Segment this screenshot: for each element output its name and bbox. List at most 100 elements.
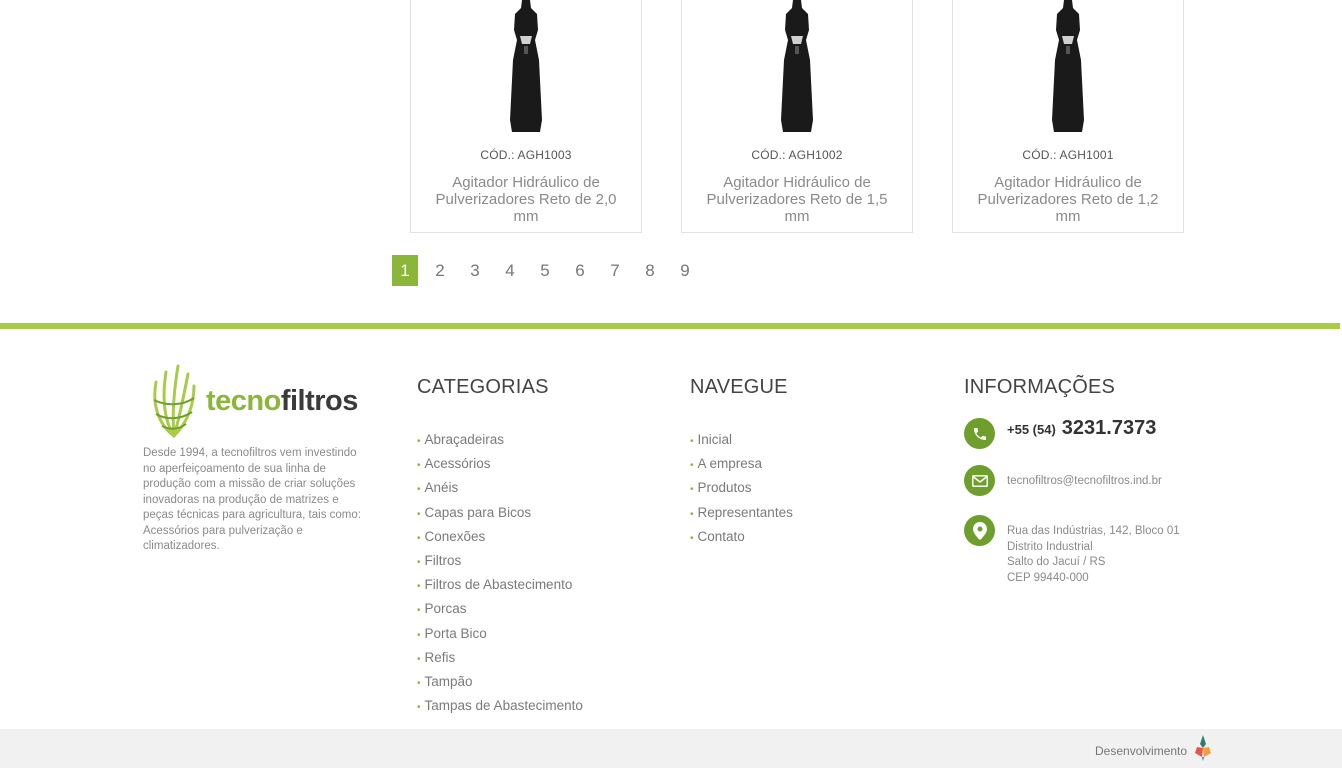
product-title[interactable]: Agitador Hidráulico de Pulverizadores Re… [696, 174, 898, 225]
nav-link[interactable]: • Inicial [690, 429, 793, 453]
mail-icon [964, 465, 995, 496]
nav-link[interactable]: • Contato [690, 526, 793, 550]
bullet-icon: • [690, 436, 694, 447]
page-6-link[interactable]: 6 [567, 255, 593, 286]
page-1-link[interactable]: 1 [392, 255, 418, 286]
bullet-icon: • [417, 557, 421, 569]
phone-number[interactable]: +55 (54) 3231.7373 [1007, 417, 1156, 440]
logo-text: tecnofiltros [206, 385, 358, 418]
product-code: CÓD.: AGH1003 [480, 148, 572, 162]
product-code: CÓD.: AGH1001 [1022, 148, 1114, 162]
page: CÓD.: AGH1003 Agitador Hidráulico de Pul… [0, 0, 1342, 768]
phone-row [964, 418, 995, 449]
location-pin-icon [964, 515, 995, 546]
bullet-icon: • [417, 532, 421, 544]
category-link[interactable]: • Anéis [417, 477, 583, 501]
category-link[interactable]: • Abraçadeiras [417, 429, 583, 453]
logo-text-filtros: filtros [280, 384, 359, 417]
bullet-icon: • [417, 436, 421, 447]
category-link-label: Anéis [424, 480, 459, 496]
bullet-icon: • [417, 605, 421, 617]
bullet-icon: • [690, 484, 694, 496]
navigate-list: • Inicial • A empresa • Produtos • Represent… [690, 429, 793, 550]
phone-prefix: +55 (54) [1007, 422, 1056, 437]
page-5-link[interactable]: 5 [532, 255, 558, 286]
category-link-label: Capas para Bicos [424, 504, 532, 520]
email-link[interactable]: tecnofiltros@tecnofiltros.ind.br [1007, 475, 1162, 487]
category-link[interactable]: • Filtros [417, 550, 583, 574]
nav-link[interactable]: • A empresa [690, 453, 793, 477]
categories-title: CATEGORIAS [417, 376, 549, 398]
category-link[interactable]: • Tampas de Abastecimento [417, 695, 583, 719]
page-4-link[interactable]: 4 [497, 255, 523, 286]
address-row [964, 515, 995, 546]
category-link[interactable]: • Porcas [417, 598, 583, 622]
category-link-label: Abraçadeiras [424, 432, 505, 447]
product-card[interactable]: CÓD.: AGH1002 Agitador Hidráulico de Pul… [681, 0, 913, 233]
product-image[interactable] [767, 0, 827, 135]
product-title[interactable]: Agitador Hidráulico de Pulverizadores Re… [425, 174, 627, 225]
address-line: Salto do Jacuí / RS [1007, 556, 1106, 568]
category-link-label: Porta Bico [424, 625, 487, 641]
nav-link-label: Produtos [697, 480, 752, 496]
leaf-logo-icon [153, 364, 196, 438]
page-8-link[interactable]: 8 [637, 255, 663, 286]
category-link-label: Acessórios [424, 456, 491, 472]
category-link-label: Tampão [424, 674, 473, 690]
category-link-label: Conexões [424, 528, 486, 544]
nav-link-label: Representantes [697, 504, 793, 520]
nav-link[interactable]: • Produtos [690, 477, 793, 501]
categories-list: • Abraçadeiras • Acessórios • Anéis • Capas … [417, 429, 583, 719]
category-link-label: Tampas de Abastecimento [424, 698, 583, 714]
nav-link-label: Inicial [697, 432, 733, 447]
address-line: Rua das Indústrias, 142, Bloco 01 [1007, 525, 1180, 537]
product-code: CÓD.: AGH1002 [751, 148, 843, 162]
nav-link-label: A empresa [697, 456, 763, 472]
product-title[interactable]: Agitador Hidráulico de Pulverizadores Re… [967, 174, 1169, 225]
bullet-icon: • [690, 532, 694, 544]
bullet-icon: • [417, 460, 421, 472]
product-card[interactable]: CÓD.: AGH1001 Agitador Hidráulico de Pul… [952, 0, 1184, 233]
bullet-icon: • [417, 702, 421, 714]
info-title: INFORMAÇÕES [964, 376, 1116, 398]
bullet-icon: • [417, 629, 421, 641]
category-link[interactable]: • Filtros de Abastecimento [417, 574, 583, 598]
phone-digits: 3231.7373 [1061, 417, 1157, 439]
developer-label: Desenvolvimento [1095, 744, 1188, 758]
nav-link[interactable]: • Representantes [690, 502, 793, 526]
about-text: Desde 1994, a tecnofiltros vem investind… [143, 447, 361, 552]
logo-text-tecno: tecno [206, 384, 281, 417]
address-line: CEP 99440-000 [1007, 571, 1089, 584]
bullet-icon: • [417, 508, 421, 520]
product-image[interactable] [496, 0, 556, 135]
bullet-icon: • [417, 653, 421, 665]
footer-logo[interactable]: tecnofiltros [148, 363, 363, 439]
product-image[interactable] [1038, 0, 1098, 135]
phone-icon [964, 418, 995, 449]
category-link-label: Porcas [424, 601, 467, 617]
product-grid: CÓD.: AGH1003 Agitador Hidráulico de Pul… [410, 0, 1184, 233]
category-link-label: Filtros [424, 553, 462, 569]
page-2-link[interactable]: 2 [427, 255, 453, 286]
category-link-label: Filtros de Abastecimento [424, 577, 573, 593]
bullet-icon: • [690, 460, 694, 472]
page-9-link[interactable]: 9 [672, 255, 698, 286]
developer-credit[interactable]: Desenvolvimento [1095, 735, 1213, 761]
category-link[interactable]: • Tampão [417, 671, 583, 695]
pagination: 1 2 3 4 5 6 7 8 9 [392, 255, 707, 286]
address-line: Distrito Industrial [1007, 540, 1093, 553]
nav-link-label: Contato [697, 528, 745, 544]
bottom-bar: Desenvolvimento [0, 729, 1342, 768]
category-link-label: Refis [424, 649, 456, 665]
category-link[interactable]: • Refis [417, 647, 583, 671]
page-7-link[interactable]: 7 [602, 255, 628, 286]
category-link[interactable]: • Acessórios [417, 453, 583, 477]
bullet-icon: • [417, 581, 421, 593]
category-link[interactable]: • Capas para Bicos [417, 502, 583, 526]
developer-logo-icon [1195, 735, 1212, 761]
category-link[interactable]: • Conexões [417, 526, 583, 550]
product-card[interactable]: CÓD.: AGH1003 Agitador Hidráulico de Pul… [410, 0, 642, 233]
page-3-link[interactable]: 3 [462, 255, 488, 286]
navigate-title: NAVEGUE [690, 376, 788, 398]
category-link[interactable]: • Porta Bico [417, 623, 583, 647]
